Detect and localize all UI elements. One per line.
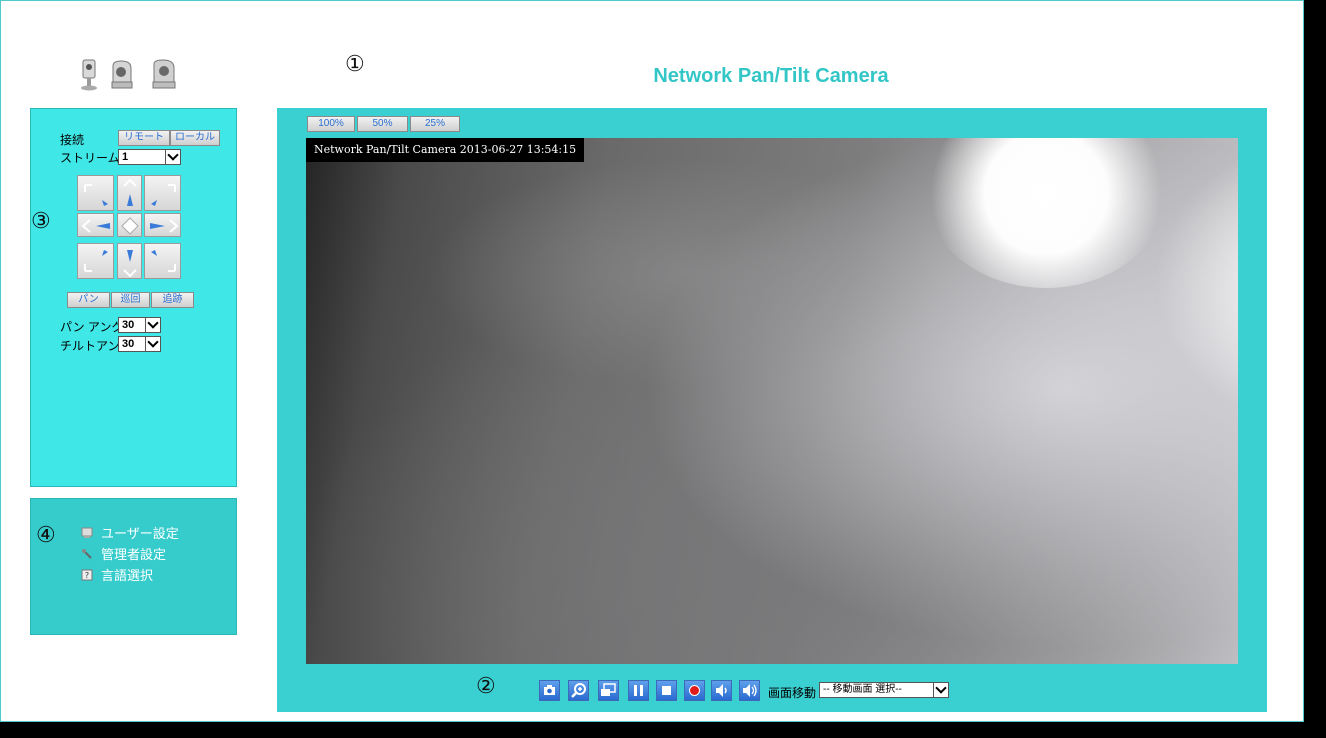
tilt-angle-value: 30: [122, 338, 135, 350]
menu-item-language[interactable]: ? 言語選択: [81, 565, 153, 584]
ptz-home-button[interactable]: [117, 213, 142, 237]
ptz-left-button[interactable]: [77, 213, 114, 237]
stream-select-value: 1: [122, 151, 129, 163]
pan-angle-select[interactable]: 30: [118, 317, 161, 333]
settings-menu-panel: ④ ユーザー設定 管理者設定 ? 言語選択: [30, 498, 237, 635]
page-title: Network Pan/Tilt Camera: [653, 65, 889, 87]
ptz-down-left-button[interactable]: [77, 243, 114, 279]
arrow-up-right-icon: [151, 184, 176, 206]
arrow-right-icon: [150, 219, 179, 233]
arrow-down-icon: [123, 250, 137, 278]
marker-2: ②: [476, 674, 496, 699]
snapshot-button[interactable]: [539, 680, 560, 701]
speaker-icon: [716, 684, 727, 697]
stream-label: ストリーム: [60, 151, 120, 165]
chevron-down-icon: [165, 150, 180, 164]
zoom-50-button[interactable]: 50%: [357, 116, 408, 132]
track-button[interactable]: 追跡: [151, 292, 194, 308]
tilt-angle-select[interactable]: 30: [118, 336, 161, 352]
ptz-up-button[interactable]: [117, 175, 142, 211]
chevron-down-icon: [933, 683, 948, 697]
ptz-right-button[interactable]: [144, 213, 181, 237]
volume-icon: [743, 684, 757, 697]
volume-button[interactable]: [739, 680, 760, 701]
ptz-down-right-button[interactable]: [144, 243, 181, 279]
zoom-100-button[interactable]: 100%: [307, 116, 355, 132]
screen-button[interactable]: [598, 680, 619, 701]
video-osd-timestamp: Network Pan/Tilt Camera 2013-06-27 13:54…: [306, 138, 585, 162]
ptz-down-button[interactable]: [117, 243, 142, 279]
connect-label: 接続: [60, 133, 85, 147]
patrol-button[interactable]: 巡回: [111, 292, 150, 308]
ptz-up-left-button[interactable]: [77, 175, 114, 211]
arrow-up-left-icon: [84, 184, 108, 206]
live-video-stream[interactable]: Network Pan/Tilt Camera 2013-06-27 13:54…: [306, 138, 1238, 664]
screen-move-label: 画面移動: [768, 686, 817, 700]
record-button[interactable]: [684, 680, 705, 701]
stop-icon: [662, 686, 671, 695]
box-camera-icon[interactable]: [77, 58, 103, 92]
admin-settings-icon: [82, 549, 92, 559]
stream-select[interactable]: 1: [118, 149, 181, 165]
ptz-control-panel: 接続 リモート ローカル ストリーム 1 ③ パン 巡回 追跡 パン アングル …: [30, 108, 237, 487]
record-icon: [689, 685, 700, 696]
pan-angle-value: 30: [122, 319, 135, 331]
page-frame: ① Network Pan/Tilt Camera 接続 リモート ローカル ス…: [0, 0, 1304, 722]
menu-item-admin-settings[interactable]: 管理者設定: [81, 544, 166, 563]
chevron-down-icon: [145, 337, 160, 351]
user-settings-icon: [81, 527, 93, 538]
local-button[interactable]: ローカル: [170, 130, 220, 146]
snapshot-icon: [544, 685, 555, 695]
screen-icon: [601, 683, 616, 696]
chevron-down-icon: [145, 318, 160, 332]
dome-camera-icon[interactable]: [151, 58, 177, 92]
stop-button[interactable]: [656, 680, 677, 701]
menu-item-label: 言語選択: [101, 569, 154, 584]
pause-button[interactable]: [628, 680, 649, 701]
menu-item-label: 管理者設定: [101, 548, 167, 563]
home-icon: [121, 217, 139, 235]
marker-3: ③: [31, 209, 51, 234]
arrow-down-left-icon: [84, 250, 108, 272]
menu-item-user-settings[interactable]: ユーザー設定: [81, 523, 179, 542]
speaker-button[interactable]: [711, 680, 732, 701]
zoom-icon: [571, 683, 586, 698]
pause-icon: [634, 685, 643, 696]
screen-move-select[interactable]: -- 移動画面 選択--: [819, 682, 949, 698]
remote-button[interactable]: リモート: [118, 130, 170, 146]
video-haze: [426, 158, 946, 388]
ptz-up-right-button[interactable]: [144, 175, 181, 211]
arrow-down-right-icon: [151, 250, 176, 272]
svg-text:?: ?: [85, 571, 89, 580]
screen-move-select-value: -- 移動画面 選択--: [823, 684, 902, 695]
menu-item-label: ユーザー設定: [101, 527, 179, 542]
language-icon: ?: [81, 569, 93, 581]
marker-1: ①: [345, 52, 365, 77]
video-light-glow: [926, 138, 1166, 288]
zoom-button[interactable]: [568, 680, 589, 701]
zoom-25-button[interactable]: 25%: [410, 116, 460, 132]
arrow-up-icon: [123, 178, 137, 206]
pan-button[interactable]: パン: [67, 292, 110, 308]
pan-tilt-camera-icon[interactable]: [109, 58, 135, 92]
marker-4: ④: [36, 523, 56, 548]
arrow-left-icon: [81, 219, 110, 233]
